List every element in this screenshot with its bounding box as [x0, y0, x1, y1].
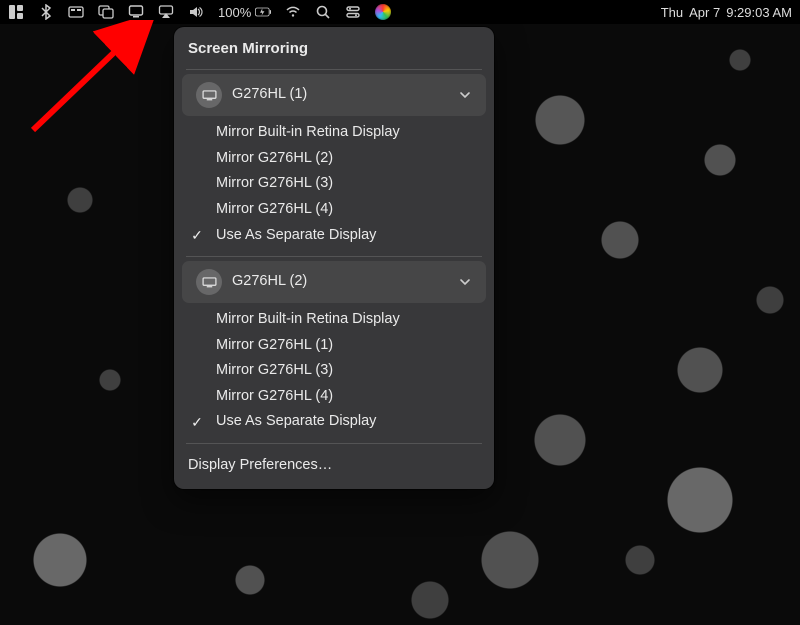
device-options: ✓Mirror Built-in Retina Display ✓Mirror … [174, 303, 494, 441]
mirror-option[interactable]: ✓Mirror Built-in Retina Display [174, 120, 494, 146]
clock-date: Apr 7 [689, 5, 720, 20]
mirror-option[interactable]: ✓Mirror G276HL (4) [174, 197, 494, 223]
option-label: Mirror G276HL (2) [216, 149, 480, 169]
mirror-option[interactable]: ✓Mirror Built-in Retina Display [174, 307, 494, 333]
option-label: Mirror G276HL (4) [216, 387, 480, 407]
option-label: Mirror Built-in Retina Display [216, 310, 480, 330]
divider [186, 443, 482, 444]
option-label: Mirror G276HL (3) [216, 174, 480, 194]
checkmark-icon: ✓ [188, 226, 206, 245]
separate-display-option[interactable]: ✓ Use As Separate Display [174, 409, 494, 435]
option-label: Mirror G276HL (4) [216, 200, 480, 220]
mirror-option[interactable]: ✓Mirror G276HL (1) [174, 333, 494, 359]
option-label: Use As Separate Display [216, 412, 480, 432]
clock-day: Thu [661, 5, 683, 20]
divider [186, 256, 482, 257]
panel-title: Screen Mirroring [174, 35, 494, 67]
option-label: Mirror Built-in Retina Display [216, 123, 480, 143]
app-icon[interactable] [8, 4, 24, 20]
menu-bar: 100% Thu Apr 7 9:29:03 AM [0, 0, 800, 24]
mirror-option[interactable]: ✓Mirror G276HL (3) [174, 171, 494, 197]
device-options: ✓Mirror Built-in Retina Display ✓Mirror … [174, 116, 494, 254]
mission-control-icon[interactable] [98, 4, 114, 20]
battery-percent: 100% [218, 5, 251, 20]
device-name: G276HL (2) [232, 272, 448, 292]
mirror-option[interactable]: ✓Mirror G276HL (2) [174, 146, 494, 172]
divider [186, 69, 482, 70]
option-label: Use As Separate Display [216, 226, 480, 246]
airplay-icon[interactable] [158, 4, 174, 20]
display-icon [196, 269, 222, 295]
siri-icon[interactable] [375, 4, 391, 20]
bluetooth-icon[interactable] [38, 4, 54, 20]
device-header[interactable]: G276HL (1) [182, 74, 486, 116]
menubar-clock[interactable]: Thu Apr 7 9:29:03 AM [661, 5, 792, 20]
control-center-icon[interactable] [345, 4, 361, 20]
wifi-icon[interactable] [285, 4, 301, 20]
keyboard-icon[interactable] [68, 4, 84, 20]
display-preferences-link[interactable]: Display Preferences… [174, 446, 494, 486]
device-name: G276HL (1) [232, 85, 448, 105]
spotlight-icon[interactable] [315, 4, 331, 20]
chevron-down-icon [458, 88, 472, 102]
mirror-option[interactable]: ✓Mirror G276HL (4) [174, 384, 494, 410]
battery-icon[interactable] [255, 4, 271, 20]
volume-icon[interactable] [188, 4, 204, 20]
screen-mirroring-icon[interactable] [128, 4, 144, 20]
display-icon [196, 82, 222, 108]
mirror-option[interactable]: ✓Mirror G276HL (3) [174, 358, 494, 384]
option-label: Mirror G276HL (1) [216, 336, 480, 356]
screen-mirroring-panel: Screen Mirroring G276HL (1) ✓Mirror Buil… [174, 27, 494, 489]
device-header[interactable]: G276HL (2) [182, 261, 486, 303]
separate-display-option[interactable]: ✓ Use As Separate Display [174, 223, 494, 249]
clock-time: 9:29:03 AM [726, 5, 792, 20]
chevron-down-icon [458, 275, 472, 289]
checkmark-icon: ✓ [188, 413, 206, 432]
option-label: Mirror G276HL (3) [216, 361, 480, 381]
